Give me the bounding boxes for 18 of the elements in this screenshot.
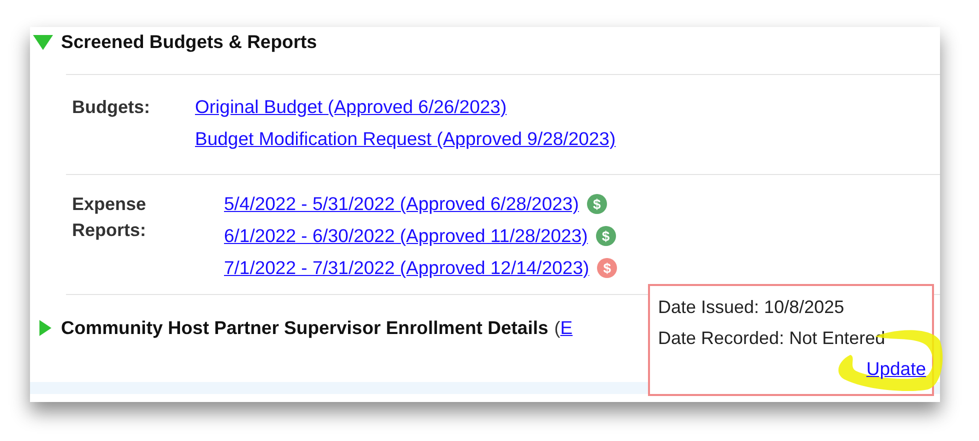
expense-report-link[interactable]: 7/1/2022 - 7/31/2022 (Approved 12/14/2023) [224,257,590,279]
budget-link[interactable]: Budget Modification Request (Approved 9/28/2023) [195,128,616,150]
expense-report-link[interactable]: 5/4/2022 - 5/31/2022 (Approved 6/28/2023) [224,193,579,215]
popup-text: Date Issued: 10/8/2025 [658,296,846,319]
edit-link[interactable]: E [560,317,573,339]
dollar-status-icon: $ [596,226,616,246]
section-title: Community Host Partner Supervisor Enrollment Details [61,317,548,339]
group-label: Budgets: [72,96,151,119]
budget-link[interactable]: Original Budget (Approved 6/26/2023) [195,96,507,118]
expanded-triangle-icon[interactable] [33,32,53,52]
parenthesis-text: ( [554,318,560,338]
group-label: Expense Reports: [72,193,148,242]
collapsed-triangle-icon[interactable] [37,318,53,338]
popup-text: Date Recorded: Not Entered [658,327,886,350]
dollar-status-icon: $ [586,194,607,214]
section-title: Screened Budgets & Reports [61,31,317,53]
expense-report-link[interactable]: 6/1/2022 - 6/30/2022 (Approved 11/28/2023) [224,225,588,247]
dollar-status-icon: $ [597,258,618,278]
